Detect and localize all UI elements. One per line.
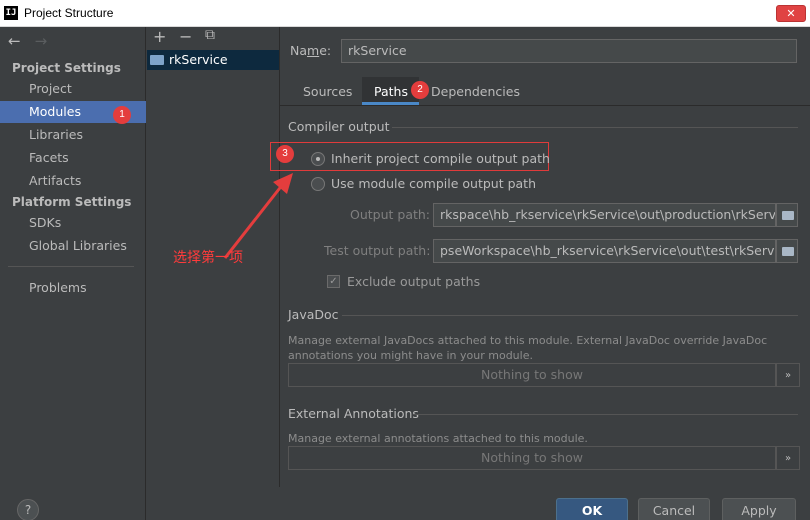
sidebar-item-libraries[interactable]: Libraries [0, 124, 146, 146]
sidebar-item-artifacts[interactable]: Artifacts [0, 170, 146, 192]
add-icon[interactable]: + [153, 27, 166, 46]
external-annotations-title: External Annotations [288, 406, 419, 421]
javadoc-more-button[interactable]: » [776, 363, 800, 387]
external-annotations-description: Manage external annotations attached to … [288, 432, 588, 445]
exclude-output-checkbox[interactable]: ✓ [327, 275, 340, 288]
sidebar-item-facets[interactable]: Facets [0, 147, 146, 169]
project-settings-header: Project Settings [12, 61, 121, 75]
module-folder-icon [150, 55, 164, 65]
test-output-path-browse-button[interactable] [776, 239, 798, 263]
folder-icon [782, 247, 794, 256]
close-button[interactable]: ✕ [776, 5, 806, 22]
remove-icon[interactable]: − [179, 27, 192, 46]
sidebar-item-problems[interactable]: Problems [0, 277, 146, 299]
platform-settings-header: Platform Settings [12, 195, 132, 209]
javadoc-description-2: annotations you might have in your modul… [288, 349, 533, 362]
annotation-badge-1: 1 [113, 106, 131, 124]
external-annotations-empty-list: Nothing to show [288, 446, 776, 470]
external-annotations-divider [413, 414, 798, 415]
tab-dependencies[interactable]: Dependencies [431, 84, 520, 99]
radio-selected-dot [316, 157, 320, 161]
javadoc-title: JavaDoc [288, 307, 339, 322]
exclude-output-label[interactable]: Exclude output paths [347, 274, 480, 289]
name-label: Name: [290, 43, 332, 58]
javadoc-divider [342, 315, 798, 316]
help-button[interactable]: ? [17, 499, 39, 520]
external-annotations-more-button[interactable]: » [776, 446, 800, 470]
tab-paths[interactable]: Paths [374, 84, 408, 99]
copy-icon[interactable]: ⧉ [205, 27, 215, 43]
compiler-output-title: Compiler output [288, 119, 390, 134]
output-path-browse-button[interactable] [776, 203, 798, 227]
tab-sources[interactable]: Sources [303, 84, 352, 99]
output-path-label: Output path: [350, 207, 431, 222]
cancel-button[interactable]: Cancel [638, 498, 710, 520]
inherit-output-radio[interactable] [311, 152, 325, 166]
window-title: Project Structure [24, 6, 114, 20]
sidebar-item-project[interactable]: Project [0, 78, 146, 100]
title-bar: IJ Project Structure ✕ [0, 0, 810, 27]
javadoc-description-1: Manage external JavaDocs attached to thi… [288, 334, 768, 347]
test-output-path-input[interactable]: pseWorkspace\hb_rkservice\rkService\out\… [433, 239, 776, 263]
inherit-output-label[interactable]: Inherit project compile output path [331, 151, 550, 166]
apply-button[interactable]: Apply [722, 498, 796, 520]
annotation-badge-2: 2 [411, 81, 429, 99]
ok-button[interactable]: OK [556, 498, 628, 520]
folder-icon [782, 211, 794, 220]
back-arrow-icon[interactable]: ← [8, 32, 21, 50]
forward-arrow-icon[interactable]: → [35, 32, 48, 50]
test-output-path-label: Test output path: [324, 243, 431, 258]
tab-bar-divider [280, 105, 810, 106]
sidebar-divider [8, 266, 134, 267]
module-item-rkservice[interactable]: rkService [147, 50, 279, 70]
use-module-output-label[interactable]: Use module compile output path [331, 176, 536, 191]
use-module-output-radio[interactable] [311, 177, 325, 191]
annotation-badge-3: 3 [276, 145, 294, 163]
javadoc-empty-list: Nothing to show [288, 363, 776, 387]
annotation-text: 选择第一项 [173, 250, 243, 266]
compiler-output-divider [392, 127, 798, 128]
intellij-app-icon: IJ [4, 6, 18, 20]
sidebar-item-global-libraries[interactable]: Global Libraries [0, 235, 146, 257]
output-path-input[interactable]: rkspace\hb_rkservice\rkService\out\produ… [433, 203, 776, 227]
nav-arrows: ← → [8, 32, 47, 50]
sidebar-item-sdks[interactable]: SDKs [0, 212, 146, 234]
module-name-input[interactable]: rkService [341, 39, 797, 63]
